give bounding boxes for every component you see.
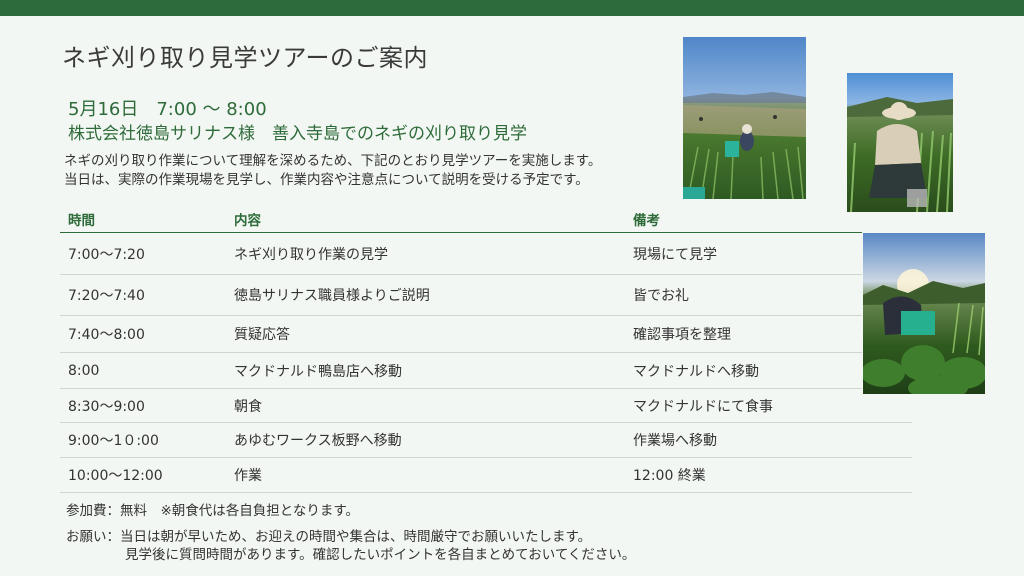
row-content: 徳島サリナス職員様よりご説明: [234, 288, 430, 304]
row-note: 確認事項を整理: [633, 327, 731, 343]
table-row: 7:40～8:00 質疑応答 確認事項を整理: [60, 316, 862, 353]
row-note: 作業場へ移動: [633, 433, 717, 449]
header-time: 時間: [68, 213, 95, 229]
row-note: マクドナルドへ移動: [633, 363, 759, 380]
row-time: 8:30～9:00: [68, 398, 145, 415]
table-row: 9:00～1０:00 あゆむワークス板野へ移動 作業場へ移動: [60, 423, 912, 458]
table-row: 8:30～9:00 朝食 マクドナルドにて食事: [60, 389, 912, 423]
row-content: マクドナルド鴨島店へ移動: [234, 363, 402, 380]
schedule-table: 時間 内容 備考 7:00～7:20 ネギ刈り取り作業の見学 現場にて見学 7:…: [60, 205, 912, 493]
header-content: 内容: [234, 213, 261, 229]
fee-note: 参加費：無料 ※朝食代は各自負担となります。: [66, 503, 360, 519]
row-time: 8:00: [68, 362, 100, 379]
request-note-line1: お願い：当日は朝が早いため、お迎えの時間や集合は、時間厳守でお願いいたします。: [66, 529, 592, 545]
intro-line: ネギの刈り取り作業について理解を深めるため、下記のとおり見学ツアーを実施します。: [64, 153, 602, 169]
row-content: 作業: [234, 468, 262, 484]
row-note: 現場にて見学: [633, 246, 717, 263]
header-note: 備考: [633, 213, 660, 229]
row-note: マクドナルドにて食事: [633, 398, 773, 415]
row-time: 9:00～1０:00: [68, 433, 159, 449]
table-row: 8:00 マクドナルド鴨島店へ移動 マクドナルドへ移動: [60, 353, 862, 389]
page-title: ネギ刈り取り見学ツアーのご案内: [62, 44, 429, 72]
field-photo-sunrise-art: [863, 269, 985, 394]
field-photo-worker-hat: [847, 73, 953, 212]
table-row: 7:00～7:20 ネギ刈り取り作業の見学 現場にて見学: [60, 233, 862, 275]
top-accent-bar: [0, 0, 1024, 16]
row-time: 7:40～8:00: [68, 327, 145, 343]
row-time: 10:00～12:00: [68, 468, 163, 484]
notes-section: 参加費：無料 ※朝食代は各自負担となります。 お願い：当日は朝が早いため、お迎え…: [66, 502, 635, 564]
intro-line: 当日は、実際の作業現場を見学し、作業内容や注意点について説明を受ける予定です。: [64, 172, 589, 188]
row-content: ネギ刈り取り作業の見学: [234, 246, 388, 263]
row-time: 7:20～7:40: [68, 288, 145, 304]
row-content: 朝食: [234, 398, 262, 415]
table-row: 7:20～7:40 徳島サリナス職員様よりご説明 皆でお礼: [60, 275, 862, 316]
event-datetime: 5月16日 7:00 ～ 8:00: [68, 99, 267, 120]
schedule-header: 時間 内容 備考: [60, 205, 862, 233]
row-content: あゆむワークス板野へ移動: [234, 433, 402, 449]
row-note: 皆でお礼: [633, 288, 689, 304]
row-note: 12:00 終業: [633, 468, 706, 484]
event-organization: 株式会社徳島サリナス様 善入寺島でのネギの刈り取り見学: [68, 124, 527, 144]
intro-text: ネギの刈り取り作業について理解を深めるため、下記のとおり見学ツアーを実施します。…: [64, 152, 601, 190]
request-note-line2: 見学後に質問時間があります。確認したいポイントを各自まとめておいてください。: [125, 547, 636, 563]
field-photo-workers-art: [683, 92, 806, 199]
row-content: 質疑応答: [234, 327, 290, 343]
field-photo-worker-hat-art: [847, 97, 953, 212]
field-photo-workers: [683, 37, 806, 199]
row-time: 7:00～7:20: [68, 246, 145, 263]
table-row: 10:00～12:00 作業 12:00 終業: [60, 458, 912, 493]
field-photo-sunrise: [863, 233, 985, 394]
